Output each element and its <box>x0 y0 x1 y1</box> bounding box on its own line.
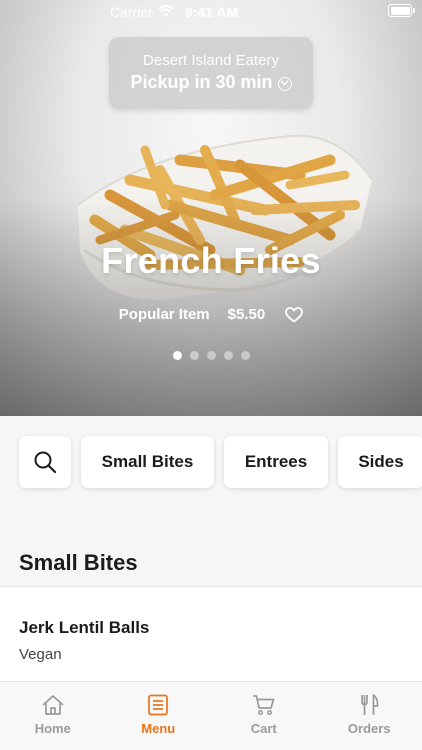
chevron-down-icon <box>277 76 292 91</box>
section-title: Small Bites <box>19 550 138 575</box>
category-bar: Small Bites Entrees Sides <box>19 436 422 488</box>
cart-icon <box>252 695 275 716</box>
heart-icon[interactable] <box>285 306 304 323</box>
featured-item-meta: Popular Item $5.50 <box>0 306 422 323</box>
popular-badge: Popular Item <box>118 306 210 323</box>
category-entrees[interactable]: Entrees <box>224 436 328 488</box>
tab-label: Cart <box>250 721 277 736</box>
category-small-bites[interactable]: Small Bites <box>81 436 214 488</box>
hero-banner[interactable]: Carrier 9:41 AM Desert Island Eatery Pic… <box>0 0 422 416</box>
list-item[interactable]: Jerk Lentil Balls Vegan <box>0 586 422 681</box>
search-icon <box>34 451 57 474</box>
tab-label: Menu <box>141 721 176 736</box>
page-dot[interactable] <box>189 351 199 360</box>
search-button[interactable] <box>19 436 71 488</box>
category-sides[interactable]: Sides <box>338 436 422 488</box>
status-bar: Carrier 9:41 AM <box>0 0 422 24</box>
tab-orders[interactable]: Orders <box>317 682 422 750</box>
page-dot[interactable] <box>240 351 250 360</box>
clock: 9:41 AM <box>185 4 239 20</box>
page-dot[interactable] <box>206 351 216 360</box>
menu-list-icon <box>148 694 169 716</box>
tab-label: Home <box>34 721 71 736</box>
item-name: Jerk Lentil Balls <box>19 618 150 637</box>
carrier-label: Carrier <box>110 4 153 20</box>
featured-item-price: $5.50 <box>227 306 266 323</box>
page-dot[interactable] <box>172 351 182 360</box>
tab-home[interactable]: Home <box>0 682 106 750</box>
location-selector[interactable]: Desert Island Eatery Pickup in 30 min <box>109 37 313 109</box>
page-dot[interactable] <box>223 351 233 360</box>
carousel-page-indicator[interactable] <box>0 351 422 360</box>
featured-item-title: French Fries <box>101 240 321 281</box>
fork-knife-icon <box>361 694 379 715</box>
tab-bar: Home Menu Cart Orders <box>0 681 422 750</box>
tab-cart[interactable]: Cart <box>211 682 317 750</box>
tab-label: Orders <box>347 721 391 736</box>
item-tag: Vegan <box>19 646 62 663</box>
restaurant-name: Desert Island Eatery <box>143 52 279 69</box>
pickup-time: Pickup in 30 min <box>130 72 273 92</box>
home-icon <box>42 695 64 715</box>
wifi-icon <box>158 5 174 17</box>
tab-menu[interactable]: Menu <box>106 682 212 750</box>
battery-icon <box>388 4 412 17</box>
